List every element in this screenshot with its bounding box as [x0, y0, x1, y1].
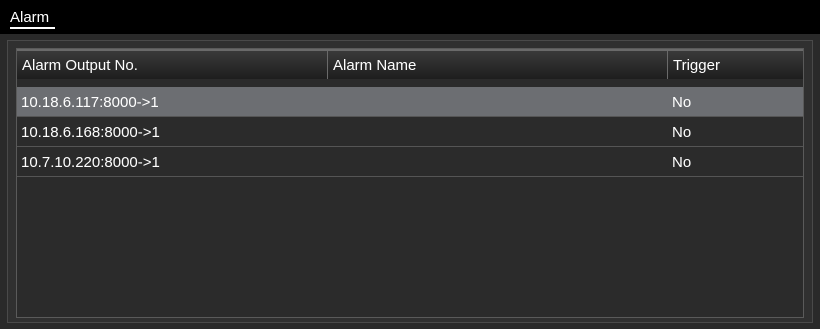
- trigger-cell: No: [672, 154, 692, 171]
- alarm-output-no-cell: 10.18.6.168:8000->1: [21, 124, 160, 141]
- table-row[interactable]: 10.18.6.117:8000->1 No: [17, 87, 803, 117]
- table-header: Alarm Output No. Alarm Name Trigger: [17, 49, 803, 79]
- trigger-cell: No: [672, 94, 692, 111]
- alarm-output-table: Alarm Output No. Alarm Name Trigger 10.1…: [16, 48, 804, 318]
- alarm-panel: Alarm Output No. Alarm Name Trigger 10.1…: [7, 40, 813, 323]
- column-header-alarm-name[interactable]: Alarm Name: [328, 51, 668, 79]
- alarm-name-cell: [328, 87, 668, 116]
- column-header-alarm-output-no[interactable]: Alarm Output No.: [17, 51, 328, 79]
- tab-alarm[interactable]: Alarm: [10, 9, 56, 29]
- alarm-output-no-cell: 10.7.10.220:8000->1: [21, 154, 160, 171]
- trigger-cell: No: [672, 124, 692, 141]
- alarm-name-cell: [328, 117, 668, 146]
- table-row[interactable]: 10.18.6.168:8000->1 No: [17, 117, 803, 147]
- table-row[interactable]: 10.7.10.220:8000->1 No: [17, 147, 803, 177]
- title-bar: Alarm: [0, 0, 820, 34]
- column-header-trigger[interactable]: Trigger: [668, 51, 803, 79]
- alarm-output-no-cell: 10.18.6.117:8000->1: [21, 94, 159, 111]
- alarm-name-cell: [328, 147, 668, 176]
- alarm-window: Alarm Alarm Output No. Alarm Name Trigge…: [0, 0, 820, 329]
